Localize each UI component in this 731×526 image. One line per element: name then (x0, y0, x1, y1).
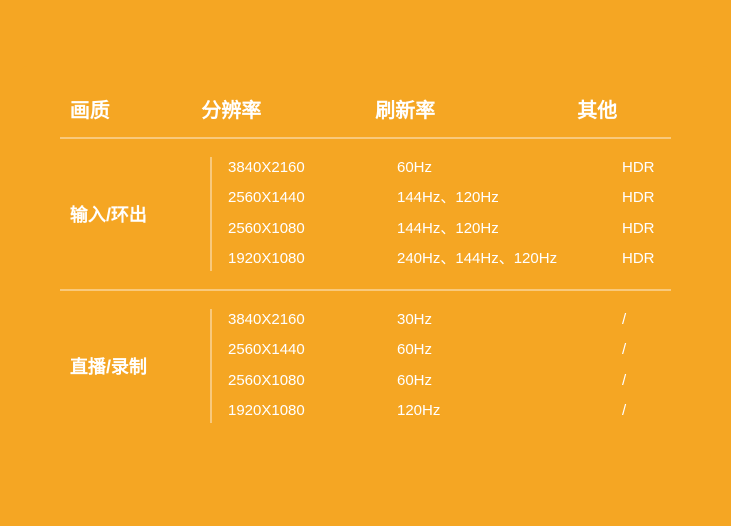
other-row-1: HDR (622, 187, 655, 210)
other-col-live: / / / / (612, 309, 691, 423)
refresh-col-live: 30Hz 60Hz 60Hz 120Hz (397, 309, 612, 423)
header-refresh: 刷新率 (375, 94, 577, 123)
live-ref-row-0: 30Hz (397, 309, 612, 332)
header-resolution: 分辨率 (202, 94, 376, 123)
quality-label-input-output: 输入/环出 (40, 157, 210, 271)
live-ref-row-1: 60Hz (397, 339, 612, 362)
live-ref-row-3: 120Hz (397, 400, 612, 423)
other-row-2: HDR (622, 218, 655, 241)
section-input-output: 输入/环出 3840X2160 2560X1440 2560X1080 1920… (40, 139, 691, 289)
live-ref-row-2: 60Hz (397, 370, 612, 393)
other-row-0: HDR (622, 157, 655, 180)
other-col-input: HDR HDR HDR HDR (612, 157, 691, 271)
ref-row-1: 144Hz、120Hz (397, 187, 612, 210)
content-input-output: 3840X2160 2560X1440 2560X1080 1920X1080 … (210, 157, 691, 271)
section-live-record: 直播/录制 3840X2160 2560X1440 2560X1080 1920… (40, 291, 691, 441)
live-res-row-2: 2560X1080 (228, 370, 397, 393)
ref-row-0: 60Hz (397, 157, 612, 180)
header-other: 其他 (577, 94, 691, 123)
res-row-3: 1920X1080 (228, 248, 397, 271)
res-row-0: 3840X2160 (228, 157, 397, 180)
table-outer: 画质 分辨率 刷新率 其他 输入/环出 3840X2160 2560X1440 … (20, 66, 711, 461)
res-row-2: 2560X1080 (228, 218, 397, 241)
resolution-col-input: 3840X2160 2560X1440 2560X1080 1920X1080 (212, 157, 397, 271)
other-row-3: HDR (622, 248, 655, 271)
table-header: 画质 分辨率 刷新率 其他 (40, 76, 691, 137)
main-container: 画质 分辨率 刷新率 其他 输入/环出 3840X2160 2560X1440 … (20, 66, 711, 461)
live-res-row-3: 1920X1080 (228, 400, 397, 423)
header-quality: 画质 (40, 94, 202, 123)
live-res-row-1: 2560X1440 (228, 339, 397, 362)
quality-label-live-record: 直播/录制 (40, 309, 210, 423)
resolution-col-live: 3840X2160 2560X1440 2560X1080 1920X1080 (212, 309, 397, 423)
live-res-row-0: 3840X2160 (228, 309, 397, 332)
live-other-row-2: / (622, 370, 626, 393)
live-other-row-1: / (622, 339, 626, 362)
refresh-col-input: 60Hz 144Hz、120Hz 144Hz、120Hz 240Hz、144Hz… (397, 157, 612, 271)
live-other-row-0: / (622, 309, 626, 332)
res-row-1: 2560X1440 (228, 187, 397, 210)
live-other-row-3: / (622, 400, 626, 423)
ref-row-2: 144Hz、120Hz (397, 218, 612, 241)
content-live-record: 3840X2160 2560X1440 2560X1080 1920X1080 … (210, 309, 691, 423)
ref-row-3: 240Hz、144Hz、120Hz (397, 248, 612, 271)
